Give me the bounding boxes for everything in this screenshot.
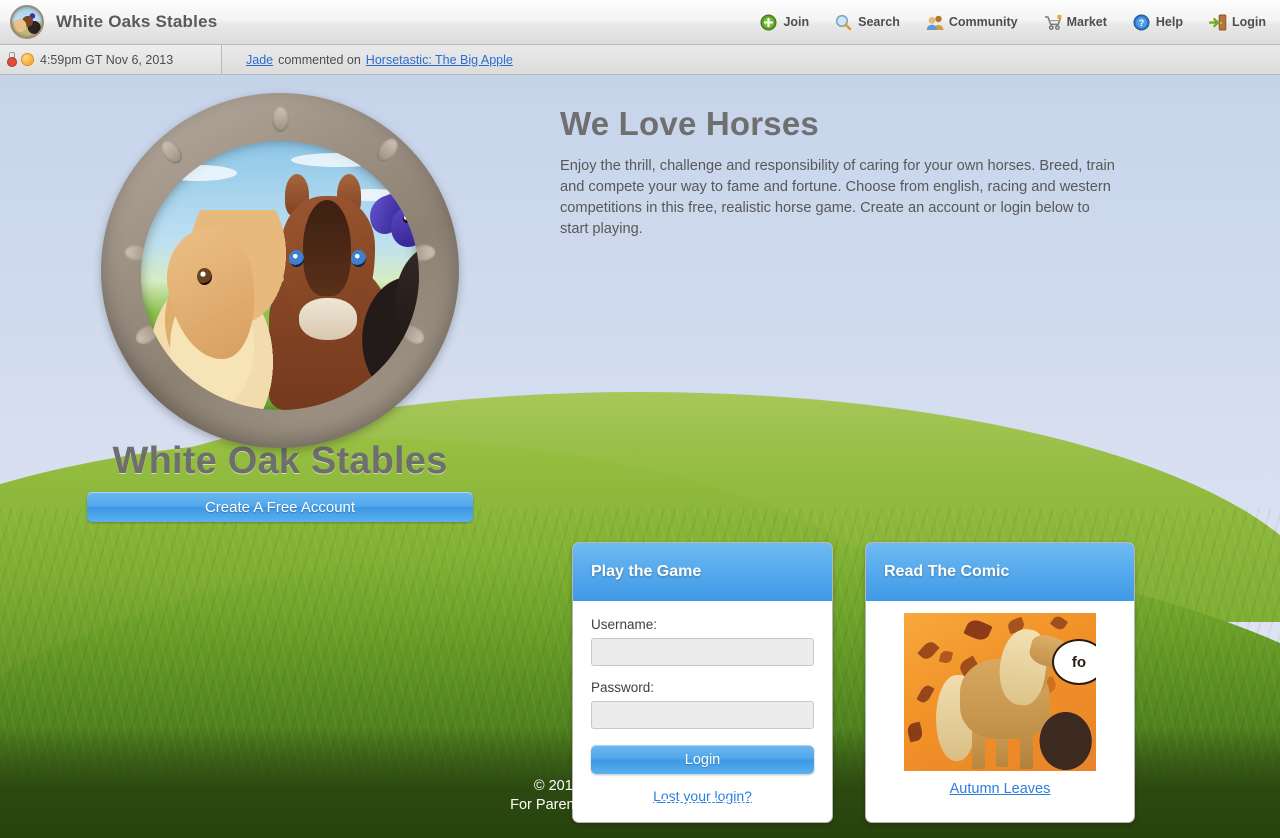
comic-speech-bubble: fo — [1052, 639, 1096, 685]
page-scene: White Oak Stables Create A Free Account … — [0, 75, 1280, 838]
thermometer-icon — [7, 52, 17, 67]
horseshoe-logo-illustration — [101, 93, 459, 448]
brand[interactable]: White Oaks Stables — [0, 5, 217, 39]
status-ticker-bar: 4:59pm GT Nov 6, 2013 Jade commented on … — [0, 45, 1280, 75]
plus-circle-icon — [760, 14, 777, 31]
footer-link-contact[interactable]: Contact — [599, 797, 649, 813]
logo-scene-inner — [141, 141, 419, 410]
news-action: commented on — [278, 52, 361, 67]
main-nav: Join Search Community Market ? Help Logi… — [734, 14, 1280, 31]
login-button[interactable]: Login — [591, 745, 814, 774]
copyright-text: © 2013 Design1Online.com, LLC — [533, 777, 747, 794]
comic-thumbnail[interactable]: fo — [904, 613, 1096, 771]
username-label: Username: — [591, 617, 658, 632]
horse-eye — [197, 268, 212, 285]
nav-item-join[interactable]: Join — [760, 14, 809, 31]
site-footer: © 2013 Design1Online.com, LLC For Parent… — [0, 777, 1280, 838]
create-account-button[interactable]: Create A Free Account — [87, 492, 473, 522]
hero-section: White Oak Stables Create A Free Account … — [0, 75, 1280, 522]
password-label: Password: — [591, 680, 655, 695]
news-ticker: Jade commented on Horsetastic: The Big A… — [222, 45, 1280, 74]
horse-circle-logo-icon — [10, 5, 44, 39]
nav-item-login[interactable]: Login — [1208, 14, 1266, 31]
nav-label: Market — [1066, 15, 1107, 29]
page-title: We Love Horses — [560, 105, 819, 142]
footer-link-terms[interactable]: Terms of Service — [662, 797, 770, 813]
nav-item-search[interactable]: Search — [835, 14, 900, 31]
nav-item-help[interactable]: ? Help — [1133, 14, 1183, 31]
news-topic-link[interactable]: Horsetastic: The Big Apple — [366, 53, 513, 67]
panel-title: Play the Game — [573, 543, 832, 601]
clock-weather-area: 4:59pm GT Nov 6, 2013 — [0, 45, 222, 74]
svg-text:?: ? — [1139, 18, 1145, 28]
sun-icon — [20, 52, 35, 67]
nav-label: Search — [858, 15, 900, 29]
door-exit-icon — [1208, 14, 1227, 31]
black-horse-illustration — [351, 215, 419, 410]
leaf-decoration — [963, 616, 993, 644]
hero-text-column: We Love Horses Enjoy the thrill, challen… — [560, 93, 1280, 522]
question-circle-icon: ? — [1133, 14, 1150, 31]
horse-forelock — [303, 200, 351, 296]
footer-separator: • — [589, 797, 600, 814]
panel-title: Read The Comic — [866, 543, 1134, 601]
leaf-decoration — [916, 683, 935, 705]
cloud-decoration — [291, 153, 387, 167]
footer-link-parents[interactable]: For Parents — [510, 797, 586, 813]
shopping-cart-icon — [1044, 14, 1061, 31]
footer-links: For Parents • Contact • Terms of Service — [0, 796, 1280, 816]
username-input[interactable] — [591, 638, 814, 666]
cloud-decoration — [159, 165, 237, 181]
game-time: 4:59pm GT Nov 6, 2013 — [40, 52, 174, 67]
palomino-horse-illustration — [145, 210, 295, 410]
leaf-decoration — [917, 639, 940, 662]
leaf-decoration — [938, 649, 954, 665]
nav-label: Help — [1155, 15, 1183, 29]
news-user-link[interactable]: Jade — [246, 53, 273, 67]
horseshoe-nail-icon — [272, 106, 289, 132]
horse-muzzle — [299, 298, 357, 340]
nav-label: Login — [1231, 15, 1266, 29]
page-content: White Oak Stables Create A Free Account … — [0, 75, 1280, 838]
footer-separator: • — [653, 797, 662, 814]
comic-dark-horse — [1034, 705, 1096, 771]
nav-label: Community — [948, 15, 1018, 29]
hero-description: Enjoy the thrill, challenge and responsi… — [560, 158, 1115, 238]
leaf-decoration — [1049, 614, 1069, 632]
site-header: White Oaks Stables Join Search Community… — [0, 0, 1280, 45]
magnifier-icon — [835, 14, 852, 31]
nav-item-community[interactable]: Community — [926, 14, 1018, 31]
hero-logo-column: White Oak Stables Create A Free Account — [0, 93, 560, 522]
brand-title: White Oaks Stables — [56, 12, 218, 31]
people-icon — [926, 14, 944, 31]
password-input[interactable] — [591, 701, 814, 729]
nav-label: Join — [783, 15, 810, 29]
nav-item-market[interactable]: Market — [1044, 14, 1107, 31]
leaf-decoration — [906, 721, 924, 743]
